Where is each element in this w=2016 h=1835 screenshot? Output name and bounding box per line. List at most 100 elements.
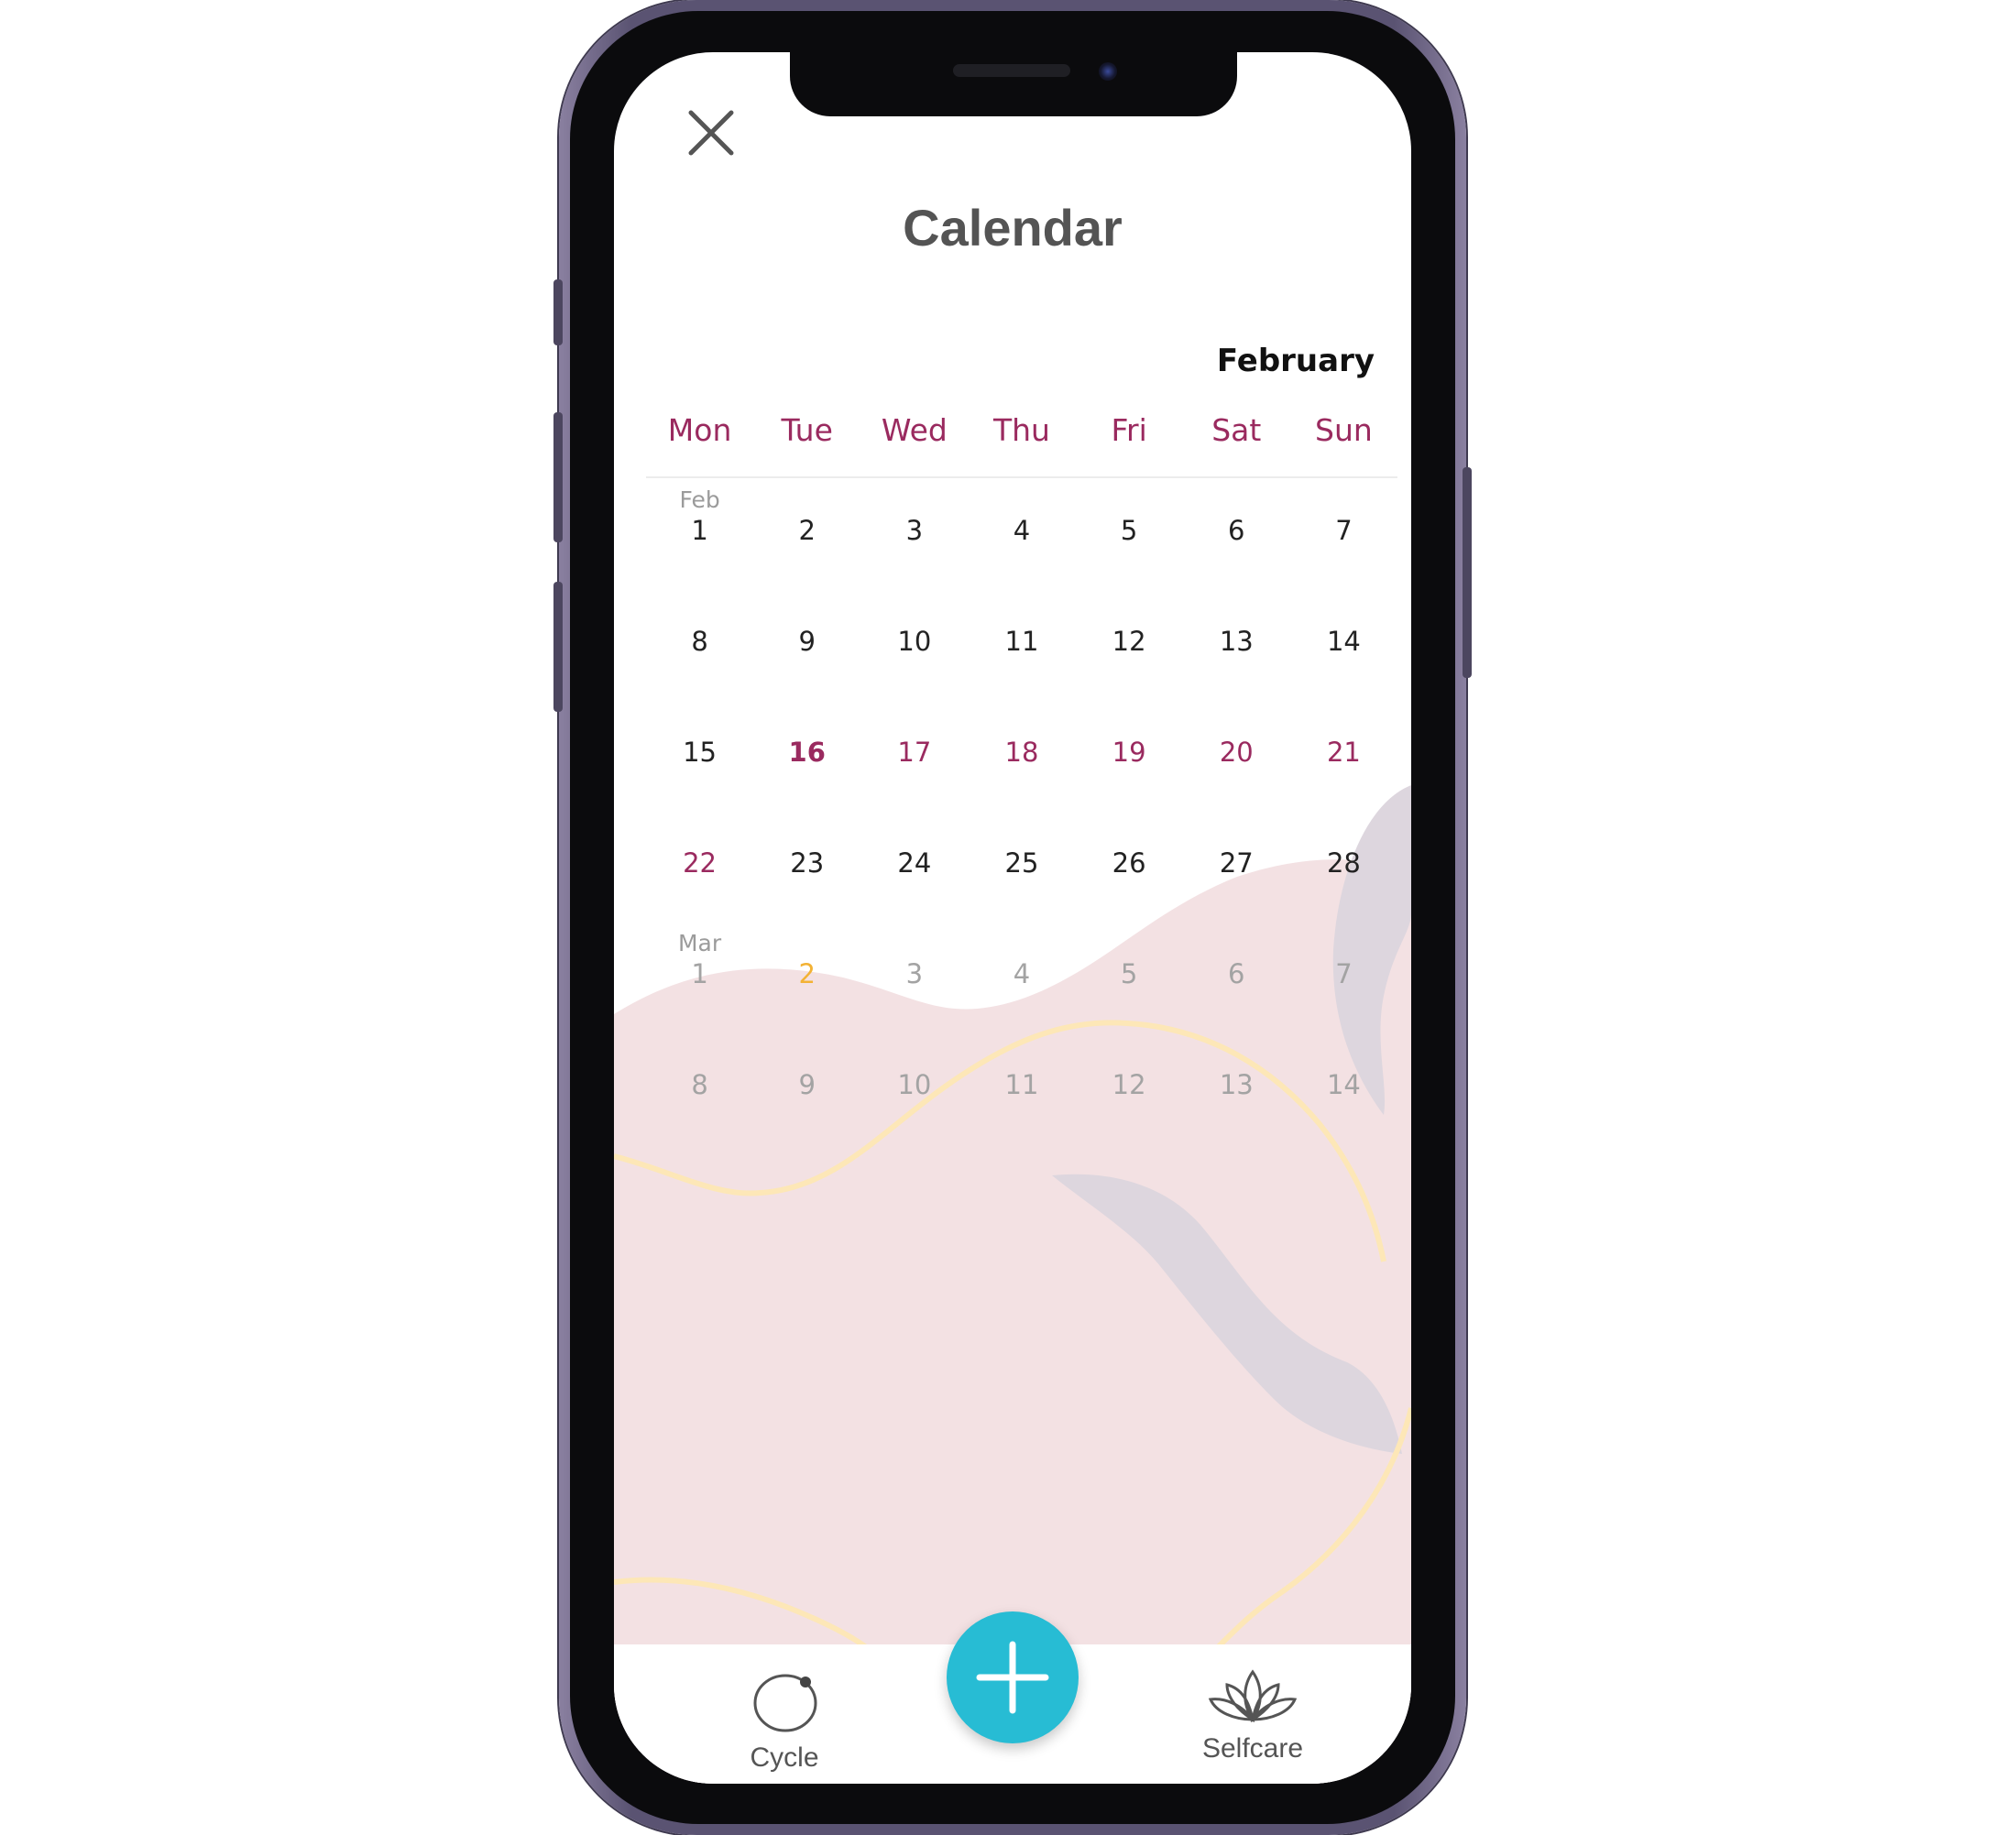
calendar-day-cell[interactable]: 13 [1183, 1048, 1290, 1159]
calendar-week-row: Mar 1 2 3 4 5 6 7 [646, 930, 1397, 1048]
day-number: 24 [897, 847, 932, 879]
calendar-day-cell[interactable]: 22 [646, 826, 753, 937]
weekday-label: Sun [1315, 412, 1373, 448]
calendar-day-cell[interactable]: Mar 1 [646, 930, 753, 1048]
day-number: 13 [1219, 626, 1254, 657]
earpiece-speaker [953, 64, 1070, 77]
month-label: February [1216, 343, 1375, 379]
day-number: 11 [1004, 626, 1039, 657]
day-number: 25 [1004, 847, 1039, 879]
weekday-label: Tue [781, 412, 833, 448]
day-number: 3 [905, 515, 924, 546]
day-number: 21 [1326, 737, 1361, 768]
calendar-day-cell[interactable]: 7 [1290, 494, 1397, 605]
month-short-label: Feb [679, 486, 720, 513]
day-number: 17 [897, 737, 932, 768]
calendar-day-cell[interactable]: 5 [1076, 494, 1183, 605]
calendar-day-cell[interactable]: 13 [1183, 605, 1290, 715]
close-icon [688, 110, 734, 156]
calendar-day-cell[interactable]: 8 [646, 605, 753, 715]
mute-switch [553, 279, 563, 345]
day-number: 12 [1112, 626, 1146, 657]
day-number: 3 [905, 958, 924, 989]
calendar-day-cell[interactable]: 10 [860, 605, 968, 715]
calendar-day-cell[interactable]: 24 [860, 826, 968, 937]
calendar-day-cell[interactable]: 17 [860, 715, 968, 826]
calendar-day-cell[interactable]: 10 [860, 1048, 968, 1159]
day-number: 13 [1219, 1069, 1254, 1100]
calendar-day-cell[interactable]: 23 [753, 826, 860, 937]
day-number: 19 [1112, 737, 1146, 768]
day-number: 18 [1004, 737, 1039, 768]
add-entry-button[interactable] [947, 1611, 1079, 1743]
calendar-day-cell[interactable]: 12 [1076, 1048, 1183, 1159]
calendar-day-cell[interactable]: 9 [753, 1048, 860, 1159]
calendar-day-cell[interactable]: 19 [1076, 715, 1183, 826]
calendar-day-cell[interactable]: 25 [968, 826, 1075, 937]
calendar-week-row: 15 16 17 18 19 20 21 [646, 715, 1397, 826]
tab-selfcare[interactable]: Selfcare [1161, 1644, 1344, 1773]
calendar-day-cell[interactable]: 8 [646, 1048, 753, 1159]
day-number: 14 [1326, 626, 1361, 657]
day-number: 11 [1004, 1069, 1039, 1100]
calendar-day-cell[interactable]: 16 [753, 715, 860, 826]
tab-cycle[interactable]: Cycle [693, 1644, 876, 1773]
calendar-day-cell[interactable]: 11 [968, 605, 1075, 715]
day-number: 8 [691, 1069, 708, 1100]
phone-notch [790, 52, 1237, 116]
close-button[interactable] [687, 109, 735, 157]
calendar-day-cell[interactable]: 4 [968, 494, 1075, 605]
day-number: 27 [1219, 847, 1254, 879]
power-button [1463, 467, 1472, 678]
weekday-header: Mon Tue Wed Thu Fri Sat Sun [646, 408, 1397, 453]
calendar-day-cell[interactable]: 6 [1183, 494, 1290, 605]
calendar-day-cell[interactable]: 3 [860, 494, 968, 605]
calendar-day-cell[interactable]: 18 [968, 715, 1075, 826]
day-number: 2 [798, 515, 816, 546]
day-number: 6 [1228, 958, 1245, 989]
calendar-day-cell[interactable]: 2 [753, 937, 860, 1048]
day-number: 4 [1013, 958, 1031, 989]
calendar-day-cell[interactable]: 15 [646, 715, 753, 826]
day-number: 14 [1326, 1069, 1361, 1100]
calendar-week-row: 8 9 10 11 12 13 14 [646, 605, 1397, 715]
calendar-day-cell[interactable]: 21 [1290, 715, 1397, 826]
header-divider [646, 476, 1397, 478]
volume-down-button [553, 582, 563, 712]
calendar-day-cell[interactable]: 4 [968, 937, 1075, 1048]
day-number: 26 [1112, 847, 1146, 879]
day-number: 23 [790, 847, 825, 879]
calendar-day-cell[interactable]: 14 [1290, 605, 1397, 715]
calendar-week-row: 8 9 10 11 12 13 14 [646, 1048, 1397, 1159]
calendar-day-cell[interactable]: 27 [1183, 826, 1290, 937]
day-number: 20 [1219, 737, 1254, 768]
lotus-icon [1208, 1669, 1298, 1723]
calendar-day-cell[interactable]: 12 [1076, 605, 1183, 715]
tab-cycle-label: Cycle [750, 1742, 819, 1773]
app-screen: Calendar February Mon Tue Wed Thu Fri Sa… [614, 52, 1411, 1784]
day-number: 5 [1120, 958, 1138, 989]
day-number: 7 [1335, 515, 1353, 546]
calendar-day-cell[interactable]: 14 [1290, 1048, 1397, 1159]
plus-icon [976, 1641, 1049, 1714]
day-number: 8 [691, 626, 708, 657]
volume-up-button [553, 412, 563, 542]
page-title: Calendar [903, 199, 1123, 257]
calendar-day-cell[interactable]: 26 [1076, 826, 1183, 937]
calendar-day-cell[interactable]: 2 [753, 494, 860, 605]
day-number: 2 [798, 958, 816, 989]
day-number: 1 [691, 958, 708, 989]
day-number: 10 [897, 626, 932, 657]
calendar-day-cell[interactable]: 5 [1076, 937, 1183, 1048]
calendar-day-cell[interactable]: 28 [1290, 826, 1397, 937]
calendar-day-cell[interactable]: 9 [753, 605, 860, 715]
calendar-day-cell[interactable]: 6 [1183, 937, 1290, 1048]
day-number: 22 [683, 847, 718, 879]
weekday-label: Wed [881, 412, 948, 448]
calendar-day-cell[interactable]: 3 [860, 937, 968, 1048]
calendar-day-cell[interactable]: Feb 1 [646, 486, 753, 605]
calendar-day-cell[interactable]: 7 [1290, 937, 1397, 1048]
calendar-day-cell[interactable]: 11 [968, 1048, 1075, 1159]
calendar-day-cell[interactable]: 20 [1183, 715, 1290, 826]
weekday-label: Thu [992, 412, 1050, 448]
